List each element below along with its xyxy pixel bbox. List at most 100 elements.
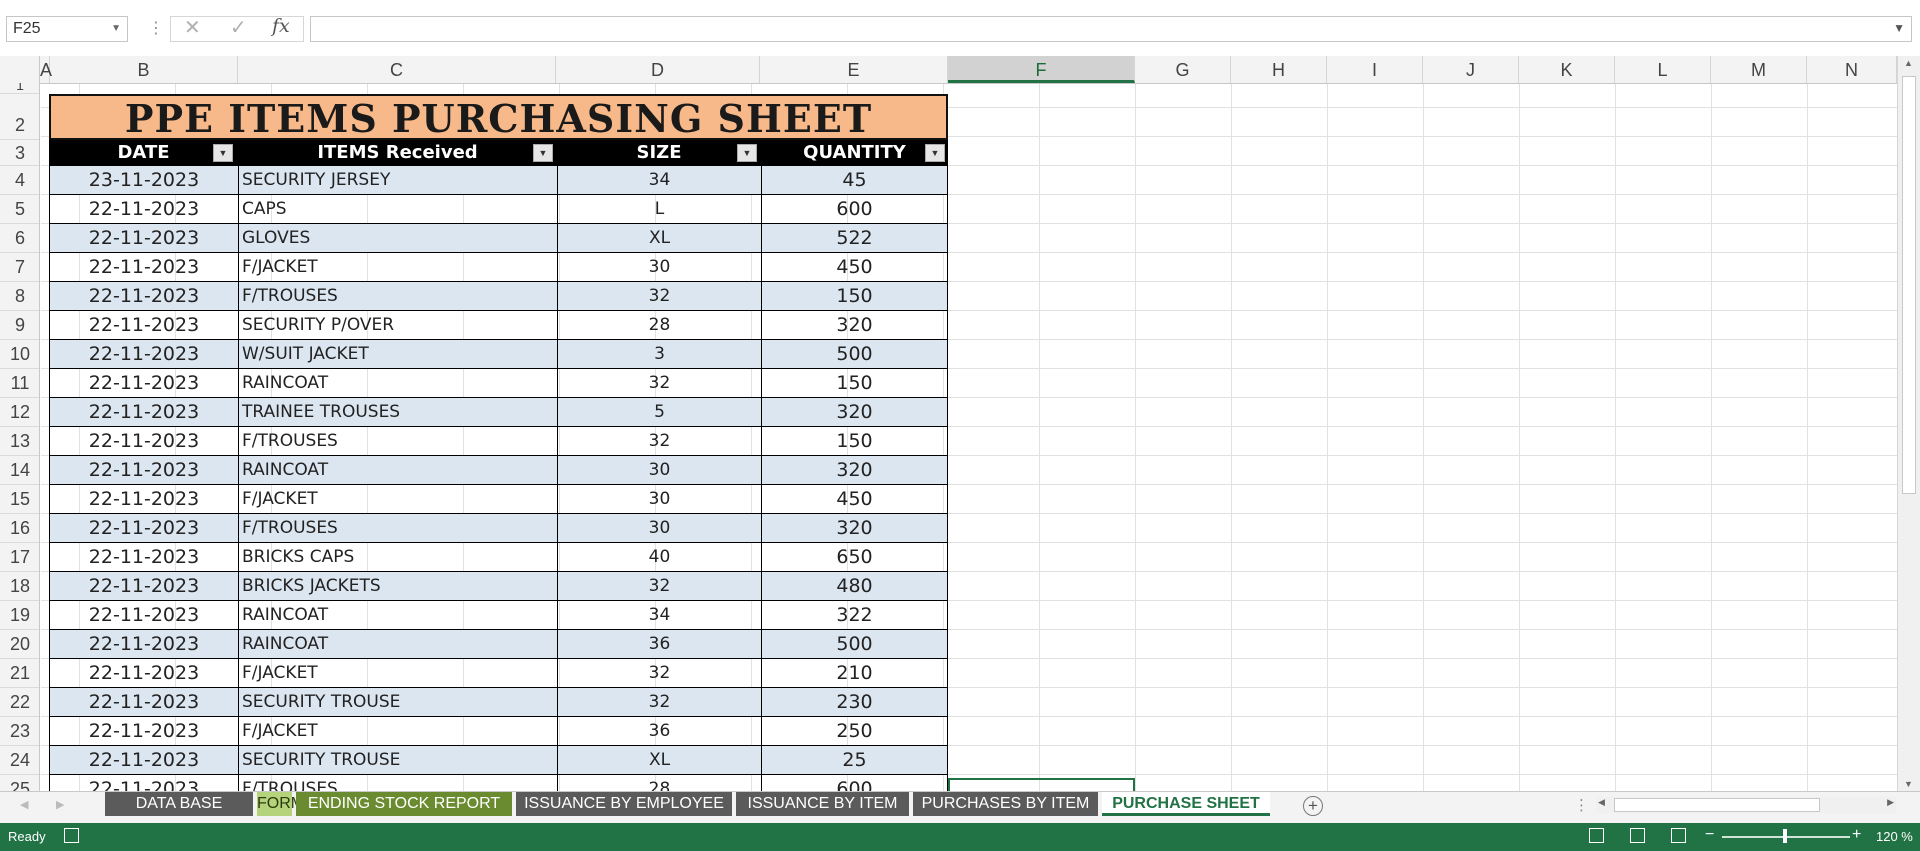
sheet-tab-ending-stock-report[interactable]: ENDING STOCK REPORT [296,792,512,816]
table-row[interactable]: 22-11-2023 GLOVES XL 522 [49,224,948,253]
table-row[interactable]: 22-11-2023 F/TROUSES 28 600 [49,775,948,791]
table-row[interactable]: 22-11-2023 F/TROUSES 32 150 [49,427,948,456]
column-header-m[interactable]: M [1711,56,1807,83]
table-row[interactable]: 22-11-2023 F/TROUSES 30 320 [49,514,948,543]
cell-qty[interactable]: 150 [761,369,948,397]
table-row[interactable]: 22-11-2023 BRICKS JACKETS 32 480 [49,572,948,601]
cell-qty[interactable]: 500 [761,340,948,368]
sheet-tab-issuance-by-item[interactable]: ISSUANCE BY ITEM [736,792,909,816]
table-row[interactable]: 22-11-2023 F/JACKET 30 450 [49,253,948,282]
horizontal-scrollbar[interactable]: ◀ ▶ [1596,797,1896,813]
cell-date[interactable]: 22-11-2023 [49,398,238,426]
row-header-3[interactable]: 3 [0,140,39,166]
cell-date[interactable]: 22-11-2023 [49,224,238,252]
table-row[interactable]: 22-11-2023 RAINCOAT 30 320 [49,456,948,485]
cell-date[interactable]: 22-11-2023 [49,572,238,600]
cell-size[interactable]: 28 [557,775,761,791]
cell-item[interactable]: F/TROUSES [238,775,557,791]
cell-item[interactable]: F/TROUSES [238,282,557,310]
cell-date[interactable]: 22-11-2023 [49,601,238,629]
cell-item[interactable]: SECURITY TROUSE [238,746,557,774]
cell-qty[interactable]: 150 [761,282,948,310]
cell-size[interactable]: 3 [557,340,761,368]
table-row[interactable]: 22-11-2023 F/JACKET 32 210 [49,659,948,688]
column-header-e[interactable]: E [760,56,948,83]
row-header-24[interactable]: 24 [0,746,39,775]
cell-size[interactable]: 32 [557,369,761,397]
column-header-a[interactable]: A [40,56,52,83]
cell-qty[interactable]: 45 [761,166,948,194]
column-header-l[interactable]: L [1615,56,1711,83]
cell-qty[interactable]: 322 [761,601,948,629]
cell-size[interactable]: 32 [557,572,761,600]
row-header-17[interactable]: 17 [0,543,39,572]
cell-date[interactable]: 23-11-2023 [49,166,238,194]
cell-qty[interactable]: 210 [761,659,948,687]
cell-item[interactable]: RAINCOAT [238,630,557,658]
expand-formula-bar-icon[interactable]: ▼ [1893,21,1905,35]
cell-item[interactable]: RAINCOAT [238,601,557,629]
cell-size[interactable]: 30 [557,485,761,513]
column-header-n[interactable]: N [1807,56,1897,83]
cell-size[interactable]: 34 [557,166,761,194]
cell-date[interactable]: 22-11-2023 [49,311,238,339]
formula-input[interactable]: ▼ [310,16,1912,42]
row-header-20[interactable]: 20 [0,630,39,659]
row-header-16[interactable]: 16 [0,514,39,543]
filter-dropdown-icon[interactable]: ▼ [213,144,233,162]
sheet-tab-data-base[interactable]: DATA BASE [105,792,253,816]
cell-date[interactable]: 22-11-2023 [49,253,238,281]
cell-date[interactable]: 22-11-2023 [49,543,238,571]
cell-date[interactable]: 22-11-2023 [49,630,238,658]
row-header-2[interactable]: 2 [0,94,39,140]
cell-item[interactable]: W/SUIT JACKET [238,340,557,368]
sheet-tab-issuance-by-employee[interactable]: ISSUANCE BY EMPLOYEE [516,792,732,816]
filter-dropdown-icon[interactable]: ▼ [533,144,553,162]
cell-item[interactable]: TRAINEE TROUSES [238,398,557,426]
table-row[interactable]: 22-11-2023 SECURITY TROUSE XL 25 [49,746,948,775]
cell-size[interactable]: 32 [557,659,761,687]
table-row[interactable]: 22-11-2023 SECURITY P/OVER 28 320 [49,311,948,340]
cell-item[interactable]: F/JACKET [238,485,557,513]
sheet-tab-purchases-by-item[interactable]: PURCHASES BY ITEM [913,792,1098,816]
table-row[interactable]: 22-11-2023 RAINCOAT 36 500 [49,630,948,659]
more-icon[interactable]: ⋮ [148,18,164,38]
cell-item[interactable]: F/JACKET [238,659,557,687]
name-box[interactable]: F25 ▼ [6,16,128,42]
cell-size[interactable]: 28 [557,311,761,339]
cell-item[interactable]: F/TROUSES [238,427,557,455]
row-header-11[interactable]: 11 [0,369,39,398]
table-row[interactable]: 22-11-2023 RAINCOAT 34 322 [49,601,948,630]
table-row[interactable]: 22-11-2023 TRAINEE TROUSES 5 320 [49,398,948,427]
filter-dropdown-icon[interactable]: ▼ [737,144,757,162]
table-row[interactable]: 22-11-2023 F/JACKET 30 450 [49,485,948,514]
cell-item[interactable]: SECURITY TROUSE [238,688,557,716]
table-row[interactable]: 22-11-2023 W/SUIT JACKET 3 500 [49,340,948,369]
cell-item[interactable]: F/JACKET [238,717,557,745]
column-header-b[interactable]: B [50,56,238,83]
cell-qty[interactable]: 25 [761,746,948,774]
column-header-h[interactable]: H [1231,56,1327,83]
cell-size[interactable]: 34 [557,601,761,629]
table-row[interactable]: 22-11-2023 F/TROUSES 32 150 [49,282,948,311]
cell-qty[interactable]: 650 [761,543,948,571]
cell-item[interactable]: SECURITY JERSEY [238,166,557,194]
page-layout-view-icon[interactable] [1630,828,1645,843]
column-header-i[interactable]: I [1327,56,1423,83]
scroll-down-icon[interactable]: ▼ [1904,779,1913,789]
cell-date[interactable]: 22-11-2023 [49,746,238,774]
cell-date[interactable]: 22-11-2023 [49,456,238,484]
cell-size[interactable]: 32 [557,427,761,455]
cell-date[interactable]: 22-11-2023 [49,659,238,687]
select-all-corner[interactable] [0,56,40,83]
sheet-tab-form[interactable]: FORM [257,792,304,816]
scroll-left-icon[interactable]: ◀ [1598,797,1605,808]
cell-item[interactable]: SECURITY P/OVER [238,311,557,339]
add-sheet-icon[interactable]: + [1303,796,1323,816]
cell-item[interactable]: F/JACKET [238,253,557,281]
cell-item[interactable]: RAINCOAT [238,369,557,397]
row-header-25[interactable]: 25 [0,775,39,791]
row-header-18[interactable]: 18 [0,572,39,601]
cell-qty[interactable]: 450 [761,253,948,281]
row-header-19[interactable]: 19 [0,601,39,630]
